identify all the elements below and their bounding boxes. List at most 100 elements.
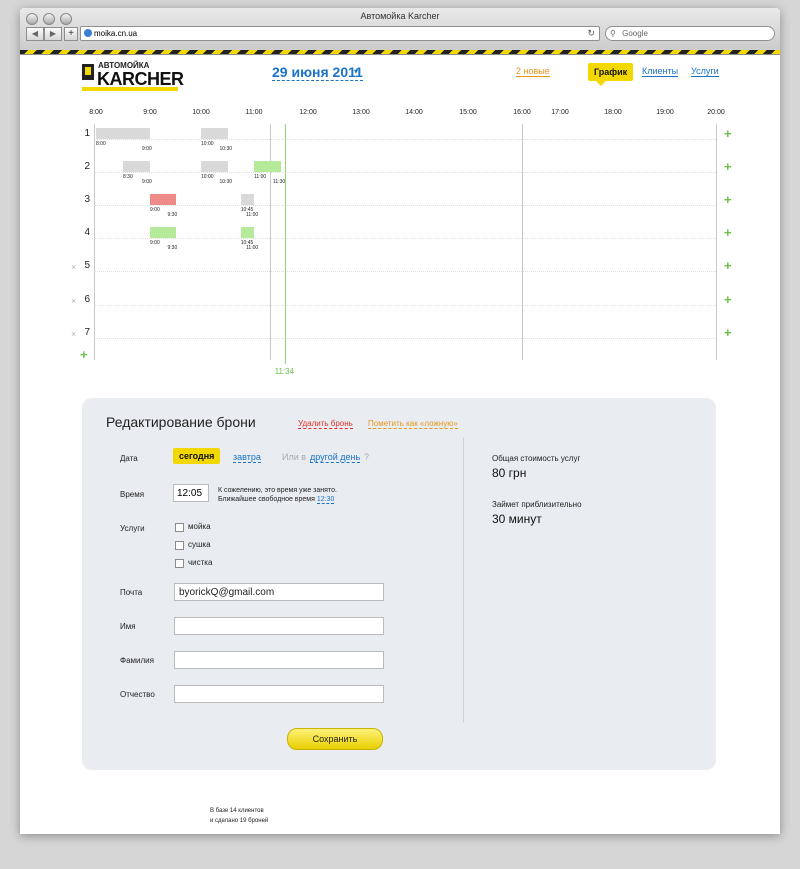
new-bookings-link[interactable]: 2 новые bbox=[516, 66, 550, 77]
history-buttons: ◀ ▶ bbox=[26, 27, 62, 41]
time-busy-message: К сожелению, это время уже занято. Ближа… bbox=[218, 486, 337, 504]
service-dry-label: сушка bbox=[188, 540, 211, 549]
booking-slot[interactable] bbox=[240, 227, 254, 238]
booking-end-time: 9:30 bbox=[167, 212, 178, 218]
booking-slot[interactable] bbox=[201, 128, 228, 139]
booking-start-time: 9:00 bbox=[150, 240, 160, 246]
booking-slot[interactable] bbox=[150, 194, 176, 205]
tab-services[interactable]: Услуги bbox=[691, 66, 719, 77]
time-tick-label: 17:00 bbox=[551, 109, 569, 116]
close-icon[interactable]: × bbox=[71, 329, 76, 339]
chevron-down-icon[interactable]: ▾ bbox=[354, 67, 358, 76]
date-label: Дата bbox=[120, 454, 138, 463]
booking-end-time: 10:30 bbox=[219, 146, 233, 152]
other-day-link[interactable]: другой день bbox=[310, 452, 361, 463]
karcher-logo-mark-icon bbox=[82, 64, 94, 80]
time-tick-label: 18:00 bbox=[604, 109, 622, 116]
bay-number: 4 bbox=[84, 227, 90, 238]
footer-clients-count: В базе 14 клиентов bbox=[210, 808, 264, 814]
add-booking-button[interactable]: + bbox=[724, 325, 732, 340]
time-tick-label: 9:00 bbox=[143, 109, 157, 116]
service-clean-checkbox[interactable] bbox=[175, 559, 184, 568]
tomorrow-link[interactable]: завтра bbox=[233, 452, 261, 463]
close-icon[interactable]: × bbox=[71, 262, 76, 272]
free-time-link[interactable]: 12:30 bbox=[316, 496, 335, 504]
today-button[interactable]: сегодня bbox=[173, 448, 221, 464]
grid-end-line bbox=[716, 124, 717, 360]
current-date-picker[interactable]: 29 июня 2011 bbox=[272, 64, 363, 81]
reload-icon[interactable]: ↻ bbox=[587, 27, 595, 40]
add-booking-button[interactable]: + bbox=[724, 292, 732, 307]
row-separator bbox=[94, 172, 716, 173]
email-field[interactable]: byorickQ@gmail.com bbox=[174, 583, 384, 601]
service-dry-checkbox[interactable] bbox=[175, 541, 184, 550]
add-booking-button[interactable]: + bbox=[724, 258, 732, 273]
surname-field[interactable] bbox=[174, 651, 384, 669]
add-booking-button[interactable]: + bbox=[724, 225, 732, 240]
add-booking-button[interactable]: + bbox=[724, 159, 732, 174]
back-button[interactable]: ◀ bbox=[26, 27, 44, 41]
booking-start-time: 10:00 bbox=[201, 141, 214, 147]
bay-number: 3 bbox=[84, 194, 90, 205]
booking-end-time: 9:30 bbox=[167, 245, 178, 251]
add-booking-button[interactable]: + bbox=[724, 192, 732, 207]
bay-number: 7 bbox=[84, 327, 90, 338]
booking-start-time: 9:00 bbox=[150, 207, 160, 213]
search-field[interactable]: ⚲ Google bbox=[605, 26, 775, 41]
forward-button[interactable]: ▶ bbox=[44, 27, 62, 41]
booking-end-time: 10:30 bbox=[219, 179, 233, 185]
booking-slot[interactable] bbox=[150, 227, 176, 238]
save-button[interactable]: Сохранить bbox=[287, 728, 383, 750]
row-separator bbox=[94, 338, 716, 339]
patronymic-field[interactable] bbox=[174, 685, 384, 703]
page-content: АВТОМОЙКА KARCHER 29 июня 2011 ▾ 2 новые… bbox=[20, 54, 780, 834]
booking-slot[interactable] bbox=[96, 128, 150, 139]
time-tick-label: 11:00 bbox=[245, 109, 263, 116]
tab-schedule[interactable]: График bbox=[588, 63, 634, 86]
karcher-logo[interactable]: АВТОМОЙКА KARCHER bbox=[82, 62, 184, 91]
total-cost-label: Общая стоимость услуг bbox=[492, 454, 581, 463]
time-tick-label: 19:00 bbox=[656, 109, 674, 116]
email-label: Почта bbox=[120, 588, 143, 597]
browser-window: Автомойка Karcher ◀ ▶ + moika.cn.ua ↻ ⚲ … bbox=[20, 8, 780, 834]
time-tick-label: 14:00 bbox=[405, 109, 423, 116]
booking-start-time: 10:00 bbox=[201, 174, 214, 180]
time-input[interactable]: 12:05 bbox=[173, 484, 209, 502]
add-booking-button[interactable]: + bbox=[724, 126, 732, 141]
title-bar: Автомойка Karcher ◀ ▶ + moika.cn.ua ↻ ⚲ … bbox=[20, 8, 780, 55]
window-title: Автомойка Karcher bbox=[360, 11, 440, 21]
bay-number: 5 bbox=[84, 260, 90, 271]
add-bay-button[interactable]: + bbox=[80, 347, 88, 362]
time-tick-label: 10:00 bbox=[192, 109, 210, 116]
service-wash-checkbox[interactable] bbox=[175, 523, 184, 532]
mark-false-link[interactable]: Пометить как «ложную» bbox=[368, 419, 458, 429]
logo-underline bbox=[82, 87, 178, 91]
time-tick-label: 16:00 bbox=[513, 109, 531, 116]
globe-icon bbox=[84, 29, 92, 37]
booking-start-time: 11:00 bbox=[254, 174, 267, 180]
patronymic-label: Отчество bbox=[120, 690, 155, 699]
url-text: moika.cn.ua bbox=[94, 29, 138, 38]
booking-slot[interactable] bbox=[254, 161, 281, 172]
name-label: Имя bbox=[120, 622, 136, 631]
booking-slot[interactable] bbox=[240, 194, 254, 205]
row-separator bbox=[94, 305, 716, 306]
name-field[interactable] bbox=[174, 617, 384, 635]
booking-end-time: 11:00 bbox=[246, 245, 259, 251]
footer-stats: В базе 14 клиентов и сделано 19 броней bbox=[210, 806, 268, 826]
address-bar[interactable]: moika.cn.ua ↻ bbox=[80, 26, 600, 41]
services-label: Услуги bbox=[120, 524, 145, 533]
booking-slot[interactable] bbox=[201, 161, 228, 172]
booking-start-time: 8:30 bbox=[123, 174, 133, 180]
tab-clients[interactable]: Клиенты bbox=[642, 66, 679, 77]
add-bookmark-button[interactable]: + bbox=[64, 27, 78, 41]
busy-message-line1: К сожелению, это время уже занято. bbox=[218, 487, 337, 494]
row-separator bbox=[94, 271, 716, 272]
booking-slot[interactable] bbox=[123, 161, 150, 172]
delete-booking-link[interactable]: Удалить бронь bbox=[298, 419, 353, 429]
close-icon[interactable]: × bbox=[71, 296, 76, 306]
time-tick-label: 15:00 bbox=[459, 109, 477, 116]
time-tick-label: 8:00 bbox=[89, 109, 103, 116]
panel-title: Редактирование брони bbox=[106, 414, 256, 430]
busy-message-line2: Ближайшее свободное время bbox=[218, 496, 315, 503]
